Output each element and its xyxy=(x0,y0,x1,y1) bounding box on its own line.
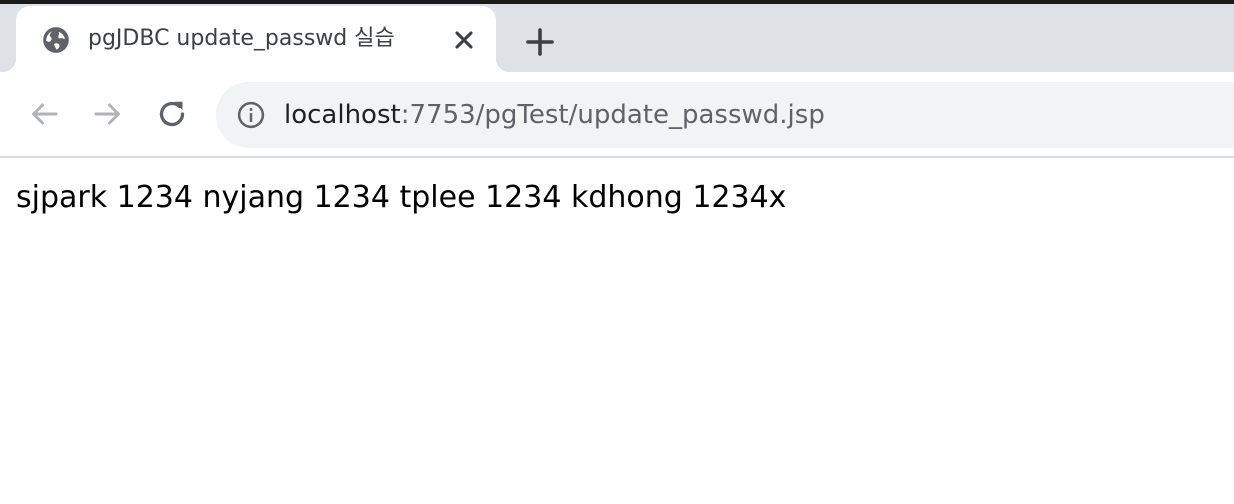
globe-icon xyxy=(43,27,69,53)
url-text[interactable]: localhost:7753/pgTest/update_passwd.jsp xyxy=(284,98,825,132)
browser-toolbar: localhost:7753/pgTest/update_passwd.jsp xyxy=(0,72,1234,158)
url-path: :7753/pgTest/update_passwd.jsp xyxy=(400,100,825,130)
browser-window: pgJDBC update_passwd 실습 localhost:7753/p… xyxy=(0,0,1234,504)
url-host: localhost xyxy=(284,100,401,130)
address-bar[interactable]: localhost:7753/pgTest/update_passwd.jsp xyxy=(216,82,1234,148)
info-icon[interactable] xyxy=(236,100,266,130)
tab-title: pgJDBC update_passwd 실습 xyxy=(88,26,395,51)
reload-icon[interactable] xyxy=(154,96,190,132)
forward-arrow-icon[interactable] xyxy=(90,96,126,132)
active-tab[interactable]: pgJDBC update_passwd 실습 xyxy=(2,6,510,72)
tab-strip: pgJDBC update_passwd 실습 xyxy=(0,4,1234,72)
plus-icon[interactable] xyxy=(522,24,558,60)
back-arrow-icon[interactable] xyxy=(26,96,62,132)
page-body-text: sjpark 1234 nyjang 1234 tplee 1234 kdhon… xyxy=(16,180,787,215)
close-icon[interactable] xyxy=(450,26,478,54)
